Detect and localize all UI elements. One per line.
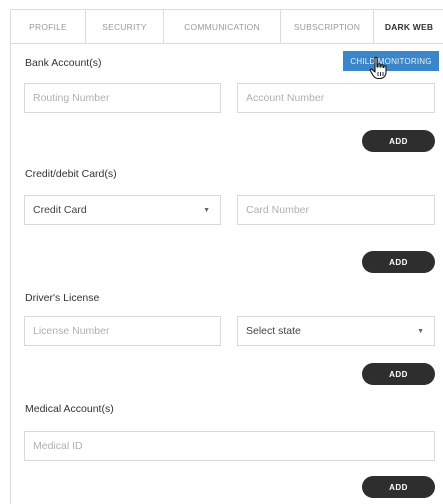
routing-number-input[interactable]: Routing Number <box>24 83 221 113</box>
card-type-value: Credit Card <box>33 204 87 216</box>
card-type-select[interactable]: Credit Card ▼ <box>24 195 221 225</box>
settings-tabs: PROFILE SECURITY COMMUNICATION SUBSCRIPT… <box>11 10 443 44</box>
license-number-input[interactable]: License Number <box>24 316 221 346</box>
medical-id-input[interactable]: Medical ID <box>24 431 435 461</box>
state-select[interactable]: Select state ▼ <box>237 316 435 346</box>
add-card-button[interactable]: ADD <box>362 251 435 273</box>
bank-section-label: Bank Account(s) <box>25 57 102 69</box>
add-medical-button[interactable]: ADD <box>362 476 435 498</box>
tab-dark-web[interactable]: DARK WEB <box>374 10 443 43</box>
add-license-button[interactable]: ADD <box>362 363 435 385</box>
card-number-input[interactable]: Card Number <box>237 195 435 225</box>
hand-pointer-icon <box>369 56 387 80</box>
tab-communication[interactable]: COMMUNICATION <box>164 10 281 43</box>
dark-web-panel: PROFILE SECURITY COMMUNICATION SUBSCRIPT… <box>10 9 443 504</box>
state-select-value: Select state <box>246 325 301 337</box>
caret-down-icon: ▼ <box>417 328 424 335</box>
license-section-label: Driver's License <box>25 292 100 304</box>
add-bank-button[interactable]: ADD <box>362 130 435 152</box>
caret-down-icon: ▼ <box>203 207 210 214</box>
child-monitoring-button[interactable]: CHILD MONITORING <box>343 51 439 71</box>
cards-section-label: Credit/debit Card(s) <box>25 168 117 180</box>
account-number-input[interactable]: Account Number <box>237 83 435 113</box>
tab-subscription[interactable]: SUBSCRIPTION <box>281 10 374 43</box>
medical-section-label: Medical Account(s) <box>25 403 114 415</box>
tab-profile[interactable]: PROFILE <box>11 10 86 43</box>
tab-security[interactable]: SECURITY <box>86 10 164 43</box>
